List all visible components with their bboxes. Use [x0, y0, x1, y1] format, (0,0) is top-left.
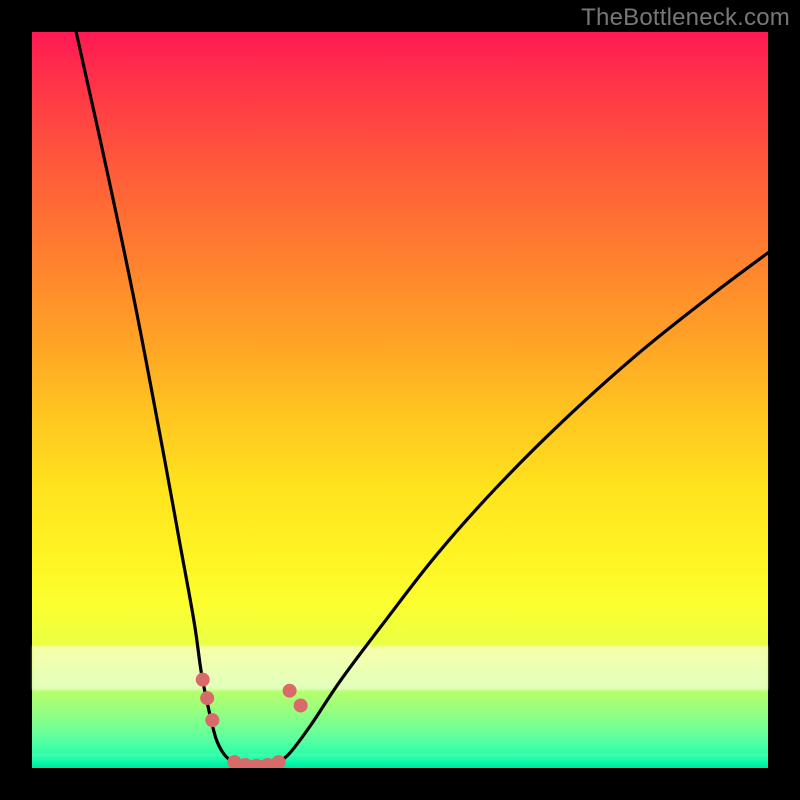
- series-right-curve: [275, 253, 768, 765]
- watermark-text: TheBottleneck.com: [581, 4, 790, 32]
- right-marker-2: [294, 698, 308, 712]
- curves-svg: [32, 32, 768, 768]
- chart-frame: TheBottleneck.com: [0, 0, 800, 800]
- series-group: [76, 32, 768, 766]
- left-marker-3: [205, 713, 219, 727]
- plot-area: [32, 32, 768, 768]
- right-marker-1: [283, 684, 297, 698]
- left-marker-2: [200, 691, 214, 705]
- series-left-curve: [76, 32, 238, 764]
- left-marker-1: [196, 673, 210, 687]
